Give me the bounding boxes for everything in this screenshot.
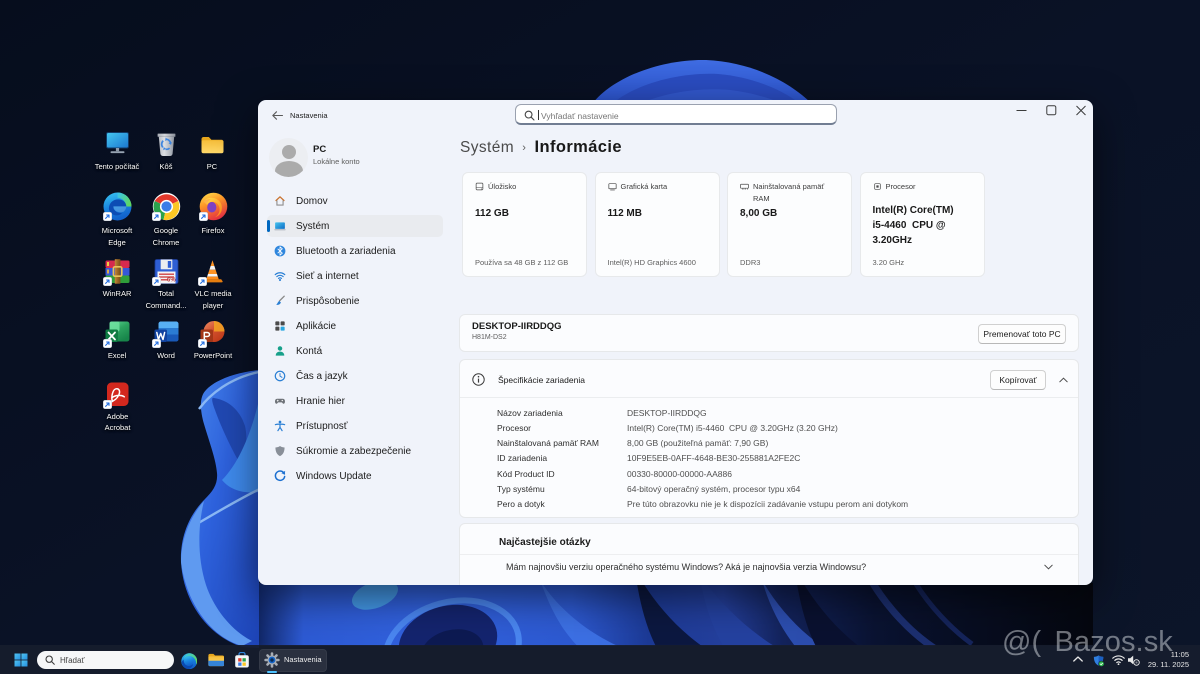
svg-text:6%: 6%	[167, 277, 176, 283]
